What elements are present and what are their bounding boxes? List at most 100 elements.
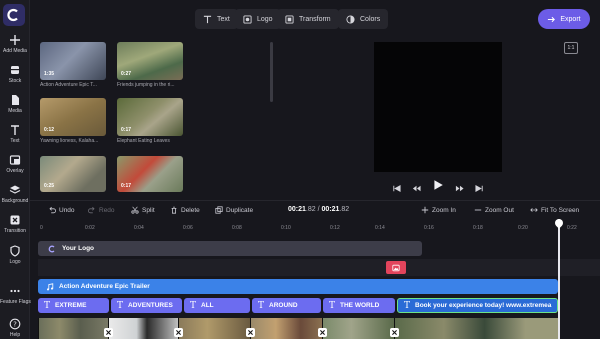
stock-icon bbox=[11, 66, 19, 74]
transition-icon bbox=[10, 215, 20, 225]
media-scrollbar[interactable] bbox=[270, 42, 273, 102]
text-clip-icon: T bbox=[190, 300, 197, 311]
sidebar-item-label: Background bbox=[1, 198, 29, 204]
ruler-tick: 0:20 bbox=[518, 225, 528, 231]
text-clip[interactable]: T THE WORLD bbox=[323, 298, 395, 313]
text-clip[interactable]: T ALL bbox=[184, 298, 250, 313]
sidebar-item-feature-flags[interactable]: Feature Flags bbox=[0, 285, 31, 305]
video-clip[interactable] bbox=[394, 318, 558, 339]
text-clip[interactable]: T AROUND bbox=[252, 298, 321, 313]
duration-label: 0:17 bbox=[121, 127, 132, 133]
sidebar-item-overlay[interactable]: Overlay bbox=[0, 154, 30, 174]
logo-button[interactable]: Logo bbox=[235, 9, 281, 29]
sidebar-item-text[interactable]: Text bbox=[0, 124, 30, 144]
transition-marker[interactable] bbox=[390, 328, 399, 337]
sidebar-item-label: Stock bbox=[8, 78, 22, 84]
sidebar-item-label: Add Media bbox=[3, 48, 27, 54]
transition-marker[interactable] bbox=[104, 328, 113, 337]
transition-marker[interactable] bbox=[246, 328, 255, 337]
text-clip-label: Book your experience today! www.extremea bbox=[415, 302, 552, 309]
redo-icon bbox=[88, 206, 95, 214]
transition-icon bbox=[392, 330, 397, 335]
media-thumb-3[interactable]: 0:12 bbox=[40, 98, 106, 136]
video-clip[interactable] bbox=[178, 318, 250, 339]
zoom-in-button[interactable]: Zoom In bbox=[421, 206, 456, 214]
transition-marker[interactable] bbox=[174, 328, 183, 337]
media-caption: Action Adventure Epic T... bbox=[40, 82, 97, 88]
text-clip-icon: T bbox=[404, 300, 411, 311]
sidebar-item-logo[interactable]: Logo bbox=[0, 245, 30, 265]
transition-icon bbox=[320, 330, 325, 335]
zoom-out-label: Zoom Out bbox=[485, 206, 514, 214]
media-thumb-1[interactable]: 1:35 bbox=[40, 42, 106, 80]
logo-track-clip[interactable]: Your Logo bbox=[38, 241, 422, 256]
duration-label: 0:17 bbox=[121, 183, 132, 189]
redo-button[interactable]: Redo bbox=[88, 206, 115, 214]
media-thumb-2[interactable]: 0:27 bbox=[117, 42, 183, 80]
video-clip[interactable] bbox=[322, 318, 394, 339]
text-button-label: Text bbox=[217, 15, 230, 23]
duplicate-button[interactable]: Duplicate bbox=[215, 206, 253, 214]
zoom-out-button[interactable]: Zoom Out bbox=[474, 206, 514, 214]
aspect-ratio-button[interactable]: 1:1 bbox=[564, 42, 578, 54]
transform-button-label: Transform bbox=[299, 15, 331, 23]
fast-forward-button[interactable] bbox=[455, 180, 464, 198]
text-button[interactable]: Text bbox=[195, 9, 238, 29]
playhead[interactable] bbox=[558, 219, 560, 339]
current-time-ms: .82 bbox=[305, 206, 316, 213]
duplicate-icon bbox=[215, 206, 223, 214]
audio-track-clip[interactable]: Action Adventure Epic Trailer bbox=[38, 279, 558, 294]
music-note-icon bbox=[46, 282, 54, 290]
text-clip[interactable]: T EXTREME bbox=[38, 298, 109, 313]
media-thumb-5[interactable]: 0:25 bbox=[40, 156, 106, 192]
video-clip[interactable] bbox=[38, 318, 108, 339]
play-button[interactable] bbox=[432, 178, 444, 196]
colors-button[interactable]: Colors bbox=[338, 9, 389, 29]
media-caption: Elephant Eating Leaves bbox=[117, 138, 170, 144]
export-button[interactable]: Export bbox=[538, 9, 590, 29]
undo-button[interactable]: Undo bbox=[48, 206, 75, 214]
fit-to-screen-label: Fit To Screen bbox=[541, 206, 580, 214]
text-clip[interactable]: T ADVENTURES bbox=[111, 298, 182, 313]
export-arrow-icon bbox=[548, 16, 556, 22]
sidebar-item-help[interactable]: ? Help bbox=[0, 318, 30, 338]
media-thumb-6[interactable]: 0:17 bbox=[117, 156, 183, 192]
duration-label: 0:25 bbox=[44, 183, 55, 189]
sidebar-item-media[interactable]: Media bbox=[0, 94, 30, 114]
sidebar-item-transition[interactable]: Transition bbox=[0, 214, 30, 234]
text-clip-selected[interactable]: T Book your experience today! www.extreme… bbox=[397, 298, 558, 313]
clipchamp-logo-icon bbox=[7, 8, 18, 22]
sidebar-item-label: Text bbox=[10, 138, 20, 144]
split-button[interactable]: Split bbox=[131, 206, 155, 214]
video-preview bbox=[374, 42, 502, 172]
logo-icon bbox=[243, 14, 252, 24]
undo-icon bbox=[49, 206, 56, 214]
transform-button[interactable]: Transform bbox=[277, 9, 339, 29]
ruler-tick: 0:10 bbox=[281, 225, 291, 231]
logo-button-label: Logo bbox=[257, 15, 273, 23]
duration-label: 0:12 bbox=[44, 127, 55, 133]
sticker-clip[interactable] bbox=[386, 261, 406, 274]
video-clip[interactable] bbox=[108, 318, 178, 339]
aspect-ratio-label: 1:1 bbox=[567, 45, 575, 51]
sidebar-item-background[interactable]: Background bbox=[0, 184, 30, 204]
fit-icon bbox=[530, 208, 538, 212]
media-thumb-4[interactable]: 0:17 bbox=[117, 98, 183, 136]
sidebar-item-label: Transition bbox=[4, 228, 26, 234]
skip-start-button[interactable] bbox=[392, 180, 401, 198]
svg-text:?: ? bbox=[13, 321, 17, 329]
rewind-button[interactable] bbox=[412, 180, 421, 198]
app-logo[interactable] bbox=[3, 4, 25, 26]
sidebar-item-stock[interactable]: Stock bbox=[0, 64, 30, 84]
video-clip[interactable] bbox=[250, 318, 322, 339]
transition-marker[interactable] bbox=[318, 328, 327, 337]
ruler-tick: 0:08 bbox=[232, 225, 242, 231]
delete-button[interactable]: Delete bbox=[170, 206, 200, 214]
skip-end-button[interactable] bbox=[475, 180, 484, 198]
text-clip-label: EXTREME bbox=[55, 302, 87, 309]
sidebar-item-add-media[interactable]: Add Media bbox=[0, 34, 30, 54]
sidebar-item-label: Media bbox=[8, 108, 22, 114]
fit-to-screen-button[interactable]: Fit To Screen bbox=[530, 206, 579, 214]
more-icon bbox=[10, 289, 20, 293]
trash-icon bbox=[171, 206, 177, 214]
